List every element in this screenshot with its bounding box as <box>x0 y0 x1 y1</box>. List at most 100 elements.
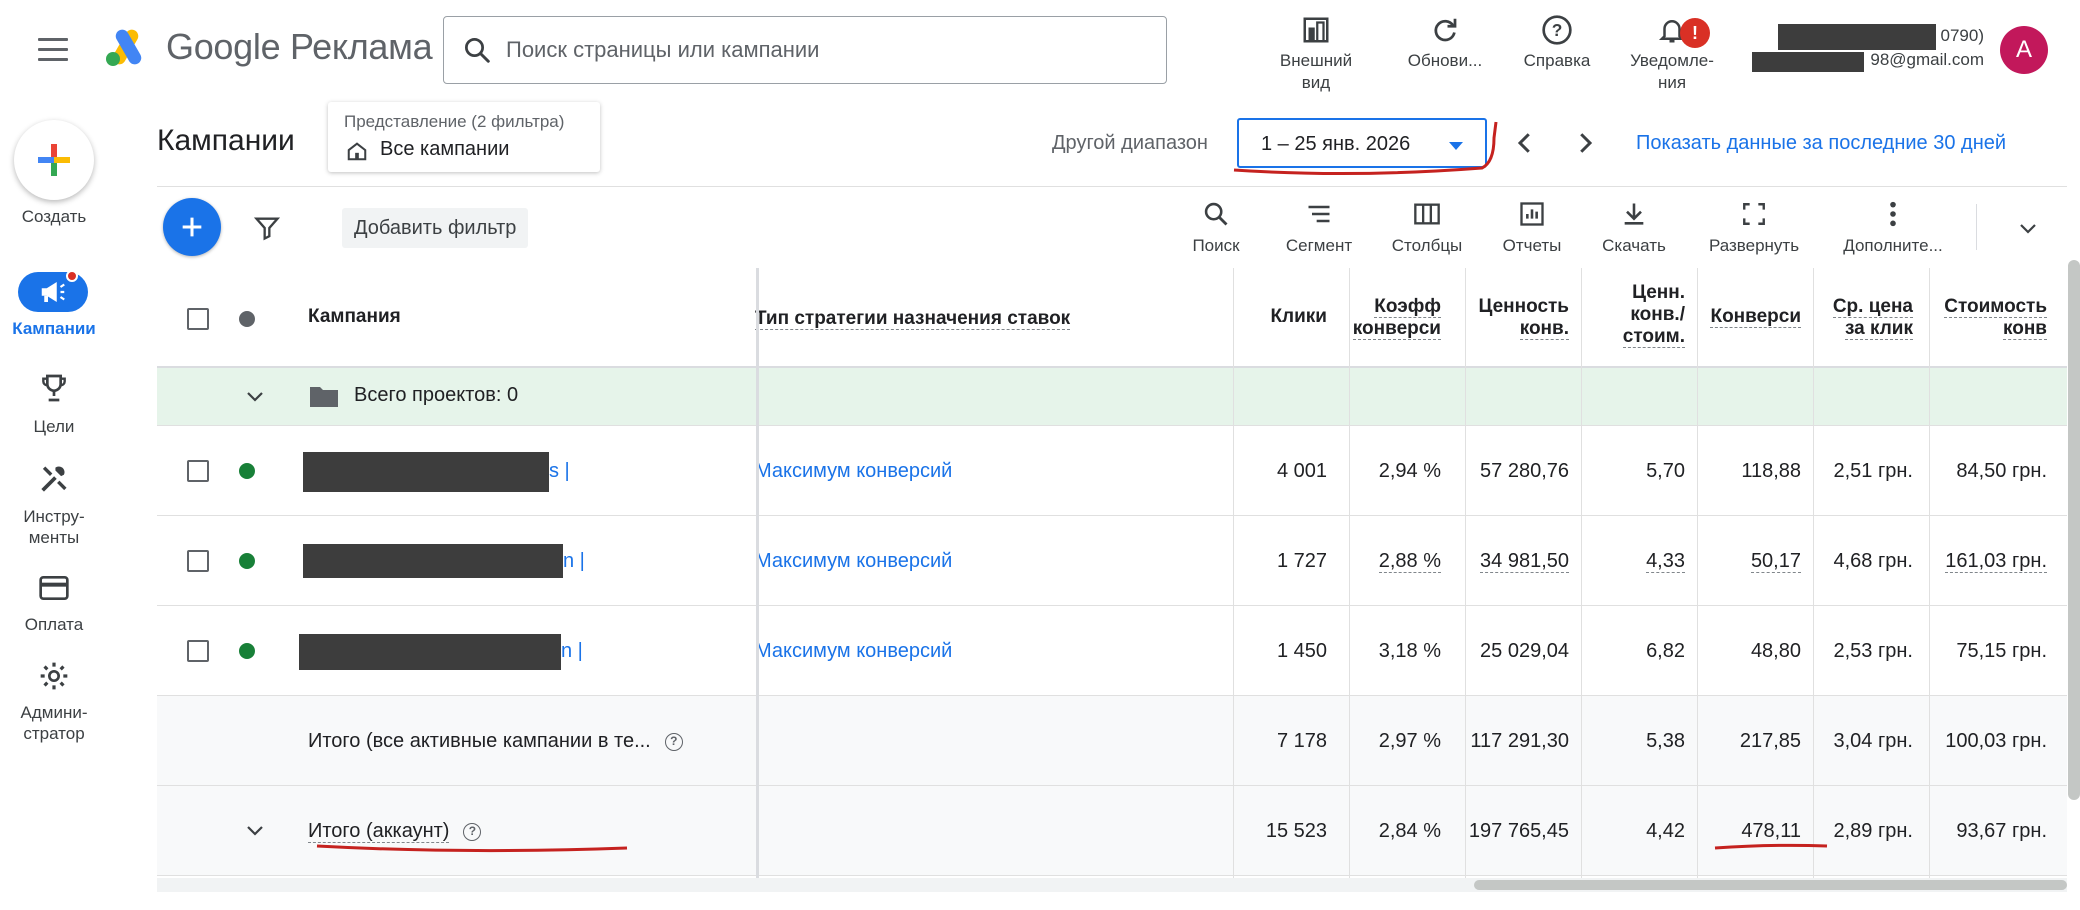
totals-account-label: Итого (аккаунт)? <box>308 820 482 843</box>
nav-billing[interactable] <box>0 574 108 602</box>
table-row[interactable]: s | Максимум конверсий 4 001 2,94 % 57 2… <box>157 426 2067 516</box>
toolbar-more-button[interactable]: Дополните... <box>1838 198 1948 256</box>
main-menu-icon[interactable] <box>38 38 68 64</box>
google-ads-logo[interactable]: Google Реклама <box>104 26 433 68</box>
campaign-name-link[interactable]: s | <box>549 460 570 483</box>
chevron-down-icon <box>1449 142 1463 150</box>
nav-goals[interactable] <box>0 372 108 404</box>
totals-active-label-text: Итого (все активные кампании в те... <box>308 730 651 752</box>
appearance-button[interactable]: Внешний вид <box>1268 14 1364 94</box>
avg-cpc-header-line2: за клик <box>1844 318 1913 340</box>
nav-admin[interactable] <box>0 660 108 692</box>
fullscreen-icon <box>1743 203 1765 225</box>
google-ads-logo-mark-icon <box>106 29 142 66</box>
avatar[interactable]: A <box>2000 26 2048 74</box>
previous-period-icon[interactable] <box>1510 128 1540 158</box>
plus-multicolor-icon <box>38 144 70 176</box>
column-divider <box>1349 268 1350 878</box>
nav-billing-label: Оплата <box>24 615 84 634</box>
column-header-campaign[interactable]: Кампания <box>308 306 401 328</box>
column-header-value-cost[interactable]: Ценн. конв./ стоим. <box>1577 282 1685 348</box>
toolbar-reports-button[interactable]: Отчеты <box>1496 198 1568 256</box>
cell-conv-rate[interactable]: 2,88 % <box>1378 550 1441 573</box>
select-all-checkbox[interactable] <box>187 308 209 330</box>
toolbar-segment-button[interactable]: Сегмент <box>1278 198 1360 256</box>
strategy-link[interactable]: Максимум конверсий <box>755 640 952 663</box>
chevron-down-icon[interactable] <box>243 818 267 842</box>
table-row[interactable]: n | Максимум конверсий 1 727 2,88 % 34 9… <box>157 516 2067 606</box>
cell-conversions[interactable]: 50,17 <box>1750 550 1801 573</box>
row-checkbox[interactable] <box>187 550 209 572</box>
help-icon[interactable]: ? <box>463 823 482 841</box>
view-selector[interactable]: Представление (2 фильтра) Все кампании <box>328 102 600 172</box>
help-button[interactable]: ? Справка <box>1512 14 1602 72</box>
campaign-name-link[interactable]: n | <box>563 550 585 573</box>
add-filter-button[interactable]: Добавить фильтр <box>342 208 529 248</box>
column-header-cost-per-conv[interactable]: Стоимость конв <box>1927 296 2047 340</box>
horizontal-scrollbar-thumb[interactable] <box>1474 880 2067 890</box>
totals-account-row[interactable]: Итого (аккаунт)? 15 523 2,84 % 197 765,4… <box>157 786 2067 876</box>
cell-conversions: 118,88 <box>1741 460 1801 482</box>
toolbar-more-label: Дополните... <box>1843 236 1943 255</box>
toolbar-download-button[interactable]: Скачать <box>1598 198 1670 256</box>
toolbar-expand-label: Развернуть <box>1708 236 1800 255</box>
toolbar-columns-button[interactable]: Столбцы <box>1386 198 1468 256</box>
total-value-cost: 4,42 <box>1646 820 1685 842</box>
gear-icon <box>40 662 68 690</box>
group-label: Всего проектов: 0 <box>354 384 519 406</box>
table-header-row: Кампания Тип стратегии назначения ставок… <box>157 268 2067 368</box>
frozen-column-divider <box>756 268 759 878</box>
add-campaign-button[interactable] <box>163 198 221 256</box>
cell-cost-per-conv[interactable]: 161,03 грн. <box>1945 550 2047 573</box>
refresh-button[interactable]: Обнови... <box>1396 14 1494 72</box>
chevron-down-icon[interactable] <box>2016 216 2040 240</box>
total-conversions: 478,11 <box>1741 820 1801 842</box>
column-header-clicks[interactable]: Клики <box>1237 306 1327 328</box>
trophy-icon <box>42 374 66 402</box>
toolbar-divider <box>1976 204 1977 250</box>
more-vert-icon <box>1890 201 1896 227</box>
toolbar-expand-button[interactable]: Развернуть <box>1702 198 1806 256</box>
row-checkbox[interactable] <box>187 460 209 482</box>
help-icon[interactable]: ? <box>664 733 683 751</box>
row-checkbox[interactable] <box>187 640 209 662</box>
show-last-30-days-link[interactable]: Показать данные за последние 30 дней <box>1636 132 2006 155</box>
notifications-button[interactable]: ! Уведомле-ния <box>1622 14 1722 94</box>
nav-tools-label: Инстру-менты <box>23 507 85 547</box>
column-header-conv-rate[interactable]: Коэфф конверси <box>1343 296 1441 340</box>
nav-admin-label: Админи-стратор <box>20 703 88 743</box>
redacted-email <box>1752 52 1864 72</box>
toolbar-search-button[interactable]: Поиск <box>1180 198 1252 256</box>
column-divider <box>1581 268 1582 878</box>
search-icon <box>465 38 490 63</box>
status-header-dot <box>239 311 255 327</box>
strategy-link[interactable]: Максимум конверсий <box>755 460 952 483</box>
cell-conv-value[interactable]: 34 981,50 <box>1480 550 1569 573</box>
column-header-conversions[interactable]: Конверси <box>1710 306 1801 328</box>
cell-value-cost[interactable]: 4,33 <box>1646 550 1685 573</box>
table-row[interactable]: n | Максимум конверсий 1 450 3,18 % 25 0… <box>157 606 2067 696</box>
campaign-name-link[interactable]: n | <box>561 640 583 663</box>
column-header-conv-value[interactable]: Ценность конв. <box>1457 296 1569 340</box>
next-period-icon[interactable] <box>1570 128 1600 158</box>
view-selector-label: Представление (2 фильтра) <box>344 112 565 131</box>
column-divider <box>1465 268 1466 878</box>
plus-icon <box>182 217 202 237</box>
column-header-strategy[interactable]: Тип стратегии назначения ставок <box>755 308 1071 330</box>
campaign-group-row[interactable]: Всего проектов: 0 <box>157 368 2067 426</box>
column-header-avg-cpc[interactable]: Ср. цена за клик <box>1809 296 1913 340</box>
date-range-value: 1 – 25 янв. 2026 <box>1261 133 1411 155</box>
strategy-link[interactable]: Максимум конверсий <box>755 550 952 573</box>
refresh-icon <box>1434 18 1457 42</box>
vertical-scrollbar[interactable] <box>2068 260 2080 800</box>
notifications-label: Уведомле-ния <box>1630 51 1714 92</box>
create-button[interactable] <box>14 120 94 200</box>
filter-icon[interactable] <box>253 214 281 242</box>
nav-tools[interactable] <box>0 462 108 496</box>
account-info[interactable]: 0790) 98@gmail.com <box>1752 24 1984 76</box>
search-input[interactable]: Поиск страницы или кампании <box>443 16 1167 84</box>
date-range-picker[interactable]: 1 – 25 янв. 2026 <box>1237 118 1487 168</box>
chevron-down-icon[interactable] <box>243 384 267 408</box>
status-active-dot <box>239 463 255 479</box>
campaigns-table: Кампания Тип стратегии назначения ставок… <box>157 268 2067 878</box>
